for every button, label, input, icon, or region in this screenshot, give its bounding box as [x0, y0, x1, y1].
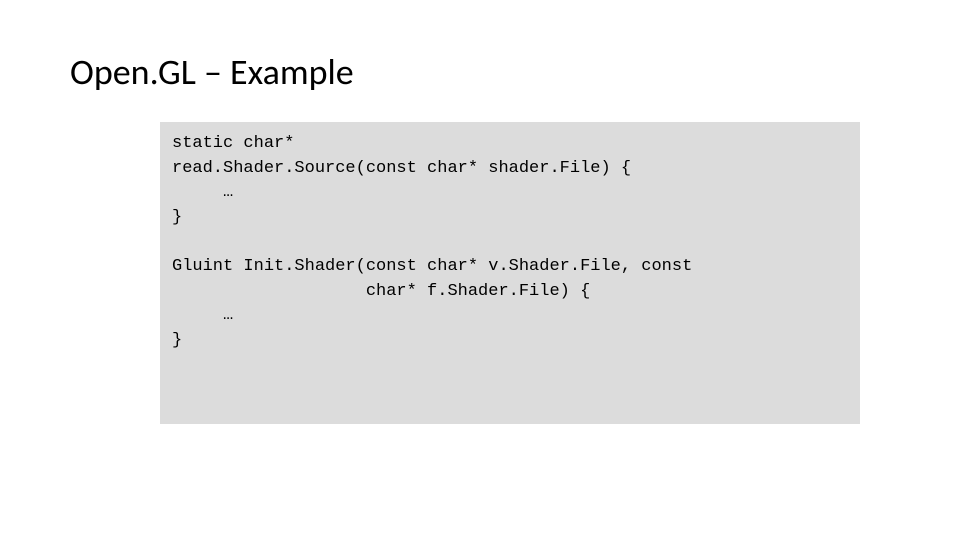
code-line: char* f.Shader.File) { — [172, 282, 590, 301]
code-block: static char* read.Shader.Source(const ch… — [160, 122, 860, 424]
code-line: static char* — [172, 134, 294, 153]
code-line: } — [172, 331, 182, 350]
code-line: Gluint Init.Shader(const char* v.Shader.… — [172, 257, 692, 276]
slide: Open.GL – Example static char* read.Shad… — [0, 0, 960, 540]
code-line: read.Shader.Source(const char* shader.Fi… — [172, 159, 631, 178]
code-line: … — [172, 183, 233, 202]
page-title: Open.GL – Example — [70, 50, 890, 94]
code-line: … — [172, 306, 233, 325]
code-line: } — [172, 208, 182, 227]
